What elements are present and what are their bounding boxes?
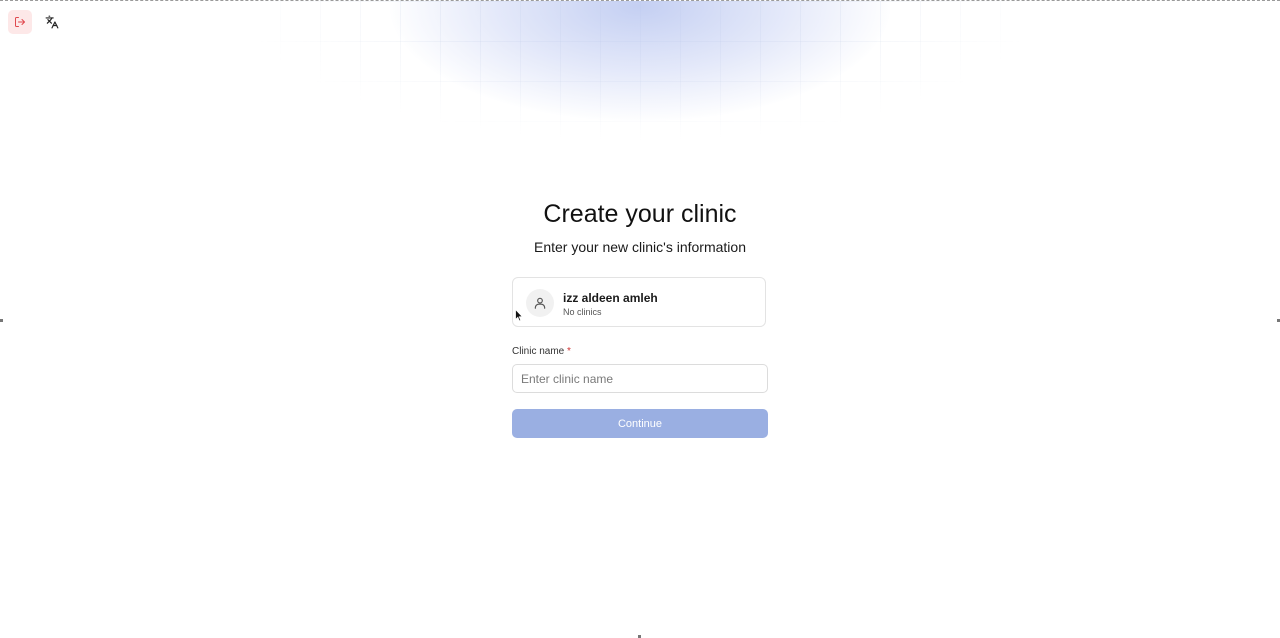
background-grid	[240, 1, 1040, 141]
avatar	[526, 289, 554, 317]
language-button[interactable]	[40, 10, 64, 34]
continue-button[interactable]: Continue	[512, 409, 768, 438]
logout-icon	[14, 16, 26, 28]
page: Create your clinic Enter your new clinic…	[0, 0, 1280, 638]
required-mark: *	[567, 346, 571, 357]
user-card: izz aldeen amleh No clinics	[512, 277, 766, 327]
background-glow	[390, 1, 890, 121]
page-title: Create your clinic	[543, 200, 737, 228]
user-icon	[533, 296, 547, 310]
user-clinic-status: No clinics	[563, 307, 602, 317]
clinic-name-input[interactable]	[512, 364, 768, 393]
translate-icon	[45, 15, 59, 29]
edge-marker-left	[0, 319, 3, 322]
clinic-name-label: Clinic name *	[512, 346, 571, 357]
page-subtitle: Enter your new clinic's information	[534, 239, 746, 255]
clinic-name-label-text: Clinic name	[512, 346, 565, 357]
user-name: izz aldeen amleh	[563, 291, 658, 305]
logout-button[interactable]	[8, 10, 32, 34]
